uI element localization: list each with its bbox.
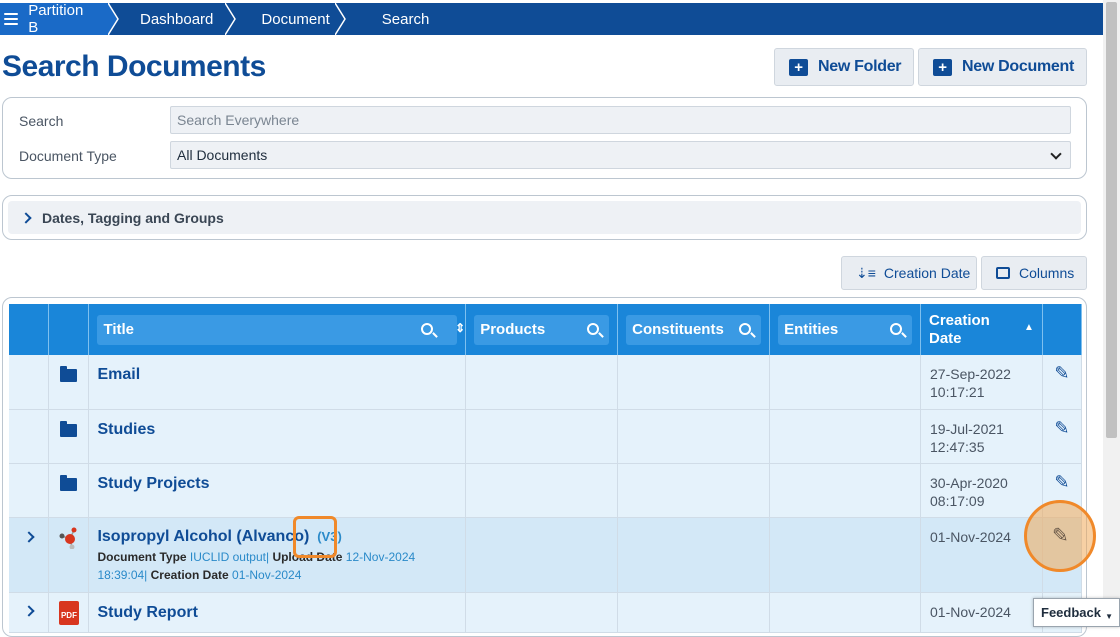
row-title-link[interactable]: Studies (89, 410, 465, 439)
expand-column-header (9, 304, 50, 355)
pencil-icon[interactable]: ✎ (1043, 355, 1081, 384)
table-row[interactable]: PDF Study Report 01-Nov-2024 (9, 592, 1083, 633)
row-title-link[interactable]: Isopropyl Alcohol (Alvanco) (89, 518, 309, 546)
row-title-link[interactable]: Study Projects (89, 464, 465, 493)
chevron-right-icon[interactable] (23, 604, 35, 617)
table-row[interactable]: Email 27-Sep-2022 10:17:21 ✎ (9, 355, 1083, 410)
pencil-icon[interactable]: ✎ (1052, 523, 1069, 548)
molecule-icon (59, 527, 77, 549)
folder-icon (60, 420, 78, 437)
sort-icon: ⇣≡ (856, 264, 876, 281)
chevron-right-icon[interactable] (23, 530, 35, 543)
products-column-header[interactable]: Products (465, 304, 619, 355)
chevron-right-icon (20, 211, 32, 224)
search-icon[interactable] (890, 322, 902, 335)
documents-table-panel: Title ⇕ Products Constituents Entities C… (2, 297, 1087, 637)
search-panel: Search Search Everywhere Document Type A… (2, 97, 1087, 179)
columns-icon (996, 267, 1010, 279)
document-type-label: Document Type (19, 148, 117, 164)
filters-panel: Dates, Tagging and Groups (2, 195, 1087, 240)
breadcrumb: Partition B Dashboard Document Search (0, 2, 1103, 36)
folder-plus-icon: + (789, 58, 808, 76)
filters-toggle[interactable]: Dates, Tagging and Groups (8, 201, 1081, 234)
plus-icon: + (933, 58, 952, 76)
search-icon[interactable] (587, 322, 600, 335)
table-row[interactable]: Isopropyl Alcohol (Alvanco) (V3) Documen… (9, 517, 1083, 593)
row-creation-date: 27-Sep-2022 10:17:21 (930, 366, 1011, 400)
row-title-link[interactable]: Study Report (89, 593, 465, 622)
table-row[interactable]: Studies 19-Jul-2021 12:47:35 ✎ (9, 409, 1083, 464)
breadcrumb-search: Search (381, 10, 430, 28)
row-creation-date: 19-Jul-2021 12:47:35 (930, 420, 1004, 455)
search-input[interactable]: Search Everywhere (170, 106, 1071, 134)
menu-icon[interactable] (4, 13, 19, 25)
feedback-button[interactable]: Feedback ▼ (1033, 598, 1120, 627)
entities-column-header[interactable]: Entities (769, 304, 921, 355)
new-document-button[interactable]: + New Document (918, 48, 1087, 86)
version-highlight-ring (293, 516, 337, 558)
scrollbar-thumb[interactable] (1106, 2, 1117, 438)
folder-icon (60, 366, 78, 382)
row-creation-date: 30-Apr-2020 08:17:09 (930, 474, 1008, 509)
row-metadata: Document Type IUCLID output| Upload Date… (97, 549, 416, 582)
chevron-down-icon (1050, 148, 1062, 160)
breadcrumb-separator-icon (335, 3, 346, 35)
table-row[interactable]: Study Projects 30-Apr-2020 08:17:09 ✎ (9, 463, 1083, 518)
pencil-icon[interactable]: ✎ (1043, 410, 1081, 439)
row-title-link[interactable]: Email (89, 355, 465, 384)
icon-column-header (48, 304, 90, 355)
documents-table: Title ⇕ Products Constituents Entities C… (9, 304, 1083, 633)
actions-column-header (1042, 304, 1083, 355)
creation-date-column-header[interactable]: Creation Date ▲ (920, 304, 1043, 355)
document-type-select[interactable]: All Documents (170, 141, 1071, 169)
row-creation-date: 01-Nov-2024 (930, 603, 1011, 620)
pencil-icon[interactable]: ✎ (1043, 464, 1081, 493)
new-folder-button[interactable]: + New Folder (774, 48, 914, 86)
breadcrumb-document[interactable]: Document (233, 3, 349, 35)
sort-icon[interactable]: ⇕ (455, 321, 465, 335)
page-title: Search Documents (2, 50, 266, 83)
constituents-column-header[interactable]: Constituents (617, 304, 771, 355)
columns-button[interactable]: Columns (981, 256, 1087, 290)
vertical-scrollbar[interactable] (1103, 0, 1120, 627)
breadcrumb-dashboard[interactable]: Dashboard (110, 3, 233, 35)
pdf-icon: PDF (58, 600, 79, 625)
folder-icon (60, 474, 78, 491)
title-column-header[interactable]: Title ⇕ (88, 304, 467, 355)
sort-button[interactable]: ⇣≡ Creation Date (841, 256, 977, 290)
search-icon[interactable] (421, 322, 434, 335)
edit-highlight-circle: ✎ (1024, 500, 1096, 572)
search-icon[interactable] (739, 322, 752, 335)
search-label: Search (19, 113, 64, 129)
breadcrumb-partition[interactable]: Partition B (0, 2, 110, 36)
chevron-down-icon: ▼ (1105, 612, 1113, 621)
sort-ascending-icon: ▲ (1024, 322, 1034, 333)
